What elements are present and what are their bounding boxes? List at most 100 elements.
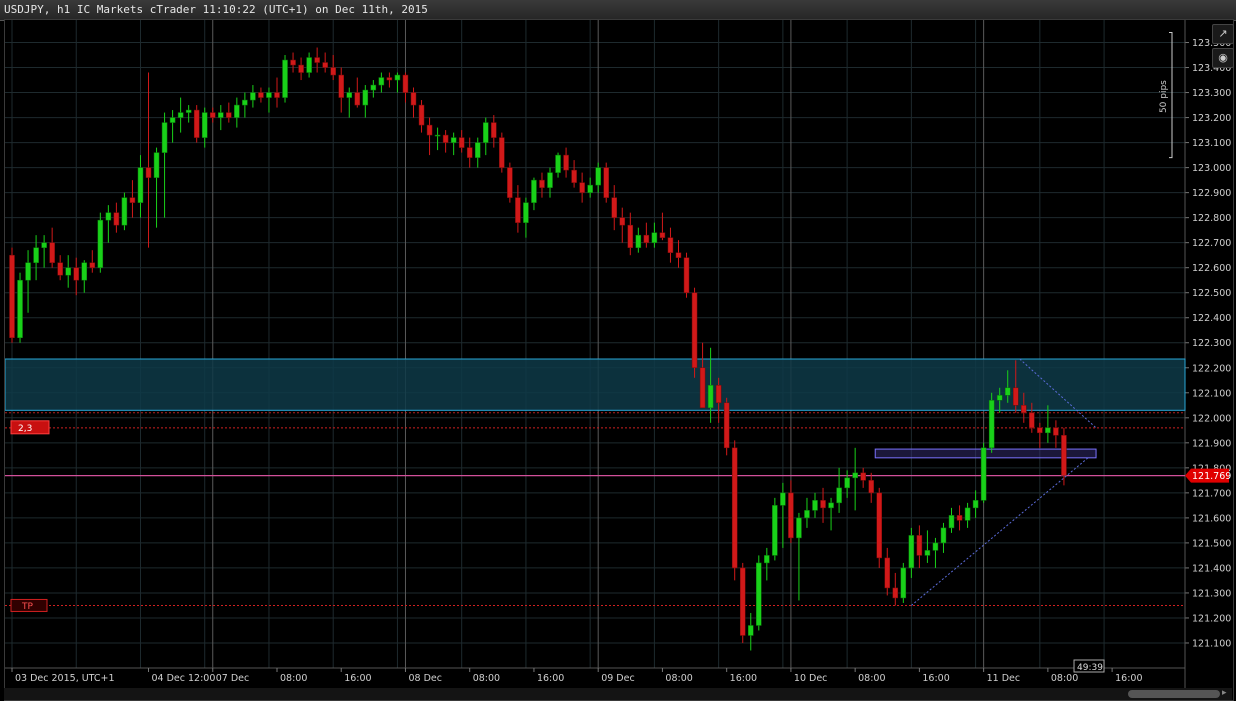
x-tick-label: 07 Dec (216, 673, 250, 684)
candle-body (627, 224, 634, 248)
candle-body (418, 104, 425, 126)
candle-body (73, 267, 79, 281)
candle-body (354, 92, 361, 106)
candle-body (282, 59, 288, 98)
candle-body (346, 92, 353, 98)
candle-body (491, 122, 497, 138)
candle-body (515, 197, 521, 223)
candle-body (780, 492, 786, 506)
y-tick-label: 123.300 (1192, 88, 1231, 99)
x-tick-label: 08:00 (280, 673, 307, 684)
x-tick-label: 16:00 (1115, 673, 1142, 684)
x-tick-label: 10 Dec (794, 673, 828, 684)
y-tick-label: 122.700 (1192, 238, 1231, 249)
scroll-right-arrow[interactable]: ▸ (1222, 688, 1227, 698)
candle-body (739, 567, 746, 636)
y-tick-label: 122.300 (1192, 338, 1231, 349)
candle-body (675, 252, 682, 258)
candle-body (940, 527, 947, 544)
x-tick-label: 03 Dec 2015, UTC+1 (15, 673, 115, 684)
candle-body (804, 510, 810, 519)
camera-icon: ◉ (1218, 51, 1228, 64)
y-tick-label: 121.400 (1192, 563, 1231, 574)
candle-body (547, 172, 553, 188)
candle-body (731, 447, 738, 569)
candle-body (466, 147, 473, 158)
x-tick-label: 11 Dec (987, 673, 1021, 684)
candle-body (748, 625, 754, 636)
candle-body (483, 122, 489, 143)
candle-body (908, 535, 915, 569)
candle-body (362, 89, 369, 106)
candle-body (563, 154, 569, 171)
candle-body (772, 505, 778, 556)
candle-body (290, 59, 296, 66)
candle-body (201, 112, 208, 138)
candle-body (539, 179, 545, 188)
candle-body (129, 197, 136, 203)
candle-body (924, 550, 931, 556)
candle-body (65, 267, 71, 276)
candle-body (667, 237, 674, 253)
candle-body (1045, 427, 1051, 434)
y-tick-label: 121.900 (1192, 438, 1231, 449)
candle-body (715, 385, 722, 404)
candle-body (258, 92, 264, 98)
candle-body (603, 167, 609, 198)
candle-body (33, 247, 39, 263)
candle-body (980, 447, 987, 501)
candle-body (988, 400, 995, 449)
candle-body (659, 232, 666, 238)
scroll-thumb[interactable] (1128, 690, 1220, 698)
x-tick-label: 04 Dec 12:00 (152, 673, 216, 684)
candle-body (161, 122, 168, 153)
popout-button[interactable]: ↗ (1212, 24, 1234, 44)
candle-body (442, 134, 449, 143)
candle-body (948, 515, 955, 529)
candle-body (234, 104, 240, 118)
candle-body (820, 500, 826, 509)
candle-body (1061, 435, 1067, 476)
candle-body (242, 99, 248, 106)
candle-body (330, 67, 336, 76)
candle-body (426, 124, 433, 136)
title-bar: USDJPY, h1 IC Markets cTrader 11:10:22 (… (0, 0, 1236, 21)
y-tick-label: 121.700 (1192, 488, 1231, 499)
candle-body (145, 167, 152, 178)
candle-body (1004, 387, 1011, 396)
candle-body (89, 262, 96, 268)
candle-body (723, 402, 730, 449)
candle-body (210, 112, 216, 118)
candle-body (81, 262, 88, 281)
candle-body (402, 74, 409, 93)
y-tick-label: 122.900 (1192, 188, 1231, 199)
candle-body (9, 254, 15, 338)
x-tick-label: 08:00 (665, 673, 692, 684)
candle-body (105, 212, 112, 221)
candle-body (378, 77, 385, 86)
y-tick-label: 122.100 (1192, 388, 1231, 399)
candle-body (964, 507, 971, 521)
x-tick-label: 16:00 (730, 673, 757, 684)
candle-body (218, 112, 224, 118)
screenshot-button[interactable]: ◉ (1212, 48, 1234, 68)
candle-body (370, 84, 377, 91)
x-tick-label: 16:00 (537, 673, 564, 684)
candle-body (266, 92, 272, 98)
candle-body (322, 62, 328, 68)
x-tick-label: 08:00 (858, 673, 885, 684)
candle-body (25, 262, 31, 281)
candlestick-chart[interactable]: 121.100 121.200 121.300 121.400 121.500 121.6… (5, 20, 1235, 690)
chart-area[interactable]: 121.100 121.200 121.300 121.400 121.500 121.6… (4, 19, 1234, 701)
y-tick-label: 122.200 (1192, 363, 1231, 374)
candle-body (97, 219, 104, 268)
horizontal-scrollbar[interactable]: ▸ (4, 688, 1232, 700)
x-tick-label: 09 Dec (601, 673, 635, 684)
candle-body (41, 242, 47, 248)
candle-body (153, 152, 160, 178)
candle-body (458, 137, 465, 148)
triangle-line-lower (911, 457, 1089, 606)
candle-body (756, 562, 762, 626)
candle-body (1053, 427, 1059, 436)
x-tick-label: 08:00 (473, 673, 500, 684)
